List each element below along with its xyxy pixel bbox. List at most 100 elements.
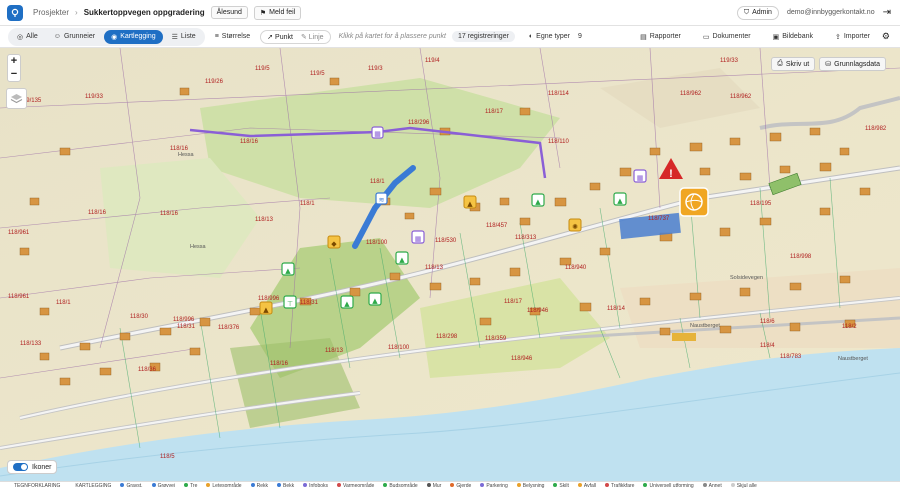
legend-item[interactable]: Tre [184, 483, 197, 489]
legend-item[interactable]: Skjul alle [730, 483, 757, 489]
legend-color-icon [250, 483, 255, 488]
parcel-label: 118/5 [160, 454, 175, 460]
legend-item[interactable]: Annet [702, 483, 722, 489]
legend-item[interactable]: Bekk [276, 482, 295, 489]
legend-item[interactable]: Infoboks [303, 483, 328, 489]
legend-color-icon [337, 483, 342, 488]
legend-color-icon [426, 483, 431, 488]
import-button[interactable]: ⇪ Importer [835, 33, 870, 41]
legend-item[interactable]: Grøvvei [151, 483, 175, 489]
legend-item[interactable]: Belysning [516, 483, 544, 489]
parcel-label: 118/962 [730, 94, 752, 100]
map-svg: 119/135 119/33 119/26 119/5 119/5 119/3 … [0, 48, 900, 481]
parcel-label: 118/1 [370, 179, 385, 185]
print-button[interactable]: ⎙ Skriv ut [771, 57, 816, 71]
toggle-switch[interactable] [13, 463, 28, 471]
parcel-label: 118/457 [486, 223, 508, 229]
parcel-label: 118/737 [648, 216, 670, 222]
legend-item-label: Rekk [256, 482, 268, 489]
parcel-label: 118/110 [548, 139, 569, 145]
list-icon: ☰ [171, 33, 178, 41]
breadcrumb-projects-link[interactable]: Prosjekter [33, 8, 69, 17]
parcel-label: 118/133 [20, 341, 42, 347]
parcel-label: 119/33 [720, 58, 739, 64]
point-mode-button[interactable]: ➚ Punkt [267, 33, 293, 41]
legend-item-label: Universell utforming [649, 482, 694, 489]
logout-icon[interactable]: ⇥ [883, 7, 891, 18]
legend-item[interactable]: Varmeområde [337, 483, 374, 489]
zoom-out-button[interactable]: − [11, 68, 17, 81]
app-logo[interactable] [7, 4, 23, 21]
reports-button[interactable]: ▤ Rapporter [640, 33, 681, 41]
settings-gear-icon[interactable]: ⚙ [882, 31, 890, 42]
place-name: Hessa [190, 244, 207, 250]
legend-color-icon [702, 483, 707, 488]
image-bank-button[interactable]: ▣ Bildebank [773, 33, 813, 41]
layers-button[interactable] [6, 88, 27, 109]
svg-text:▲: ▲ [344, 300, 350, 308]
parcel-label: 118/996 [173, 317, 195, 323]
globe-icon: ◎ [17, 33, 24, 41]
map-canvas[interactable]: 119/135 119/33 119/26 119/5 119/5 119/3 … [0, 48, 900, 481]
size-button[interactable]: ≡ Størrelse [215, 33, 251, 40]
legend-item-label: KARTLEGGING [75, 482, 112, 489]
legend-item-label: Gravst. [126, 482, 143, 489]
own-types-button[interactable]: ◐ Egne typer 9 [529, 33, 582, 40]
selected-marker[interactable] [679, 187, 709, 217]
draw-mode-selector: ➚ Punkt ✎ Linje [260, 29, 331, 44]
legend-item[interactable]: Letesområde [206, 483, 242, 489]
documents-button[interactable]: ▭ Dokumenter [703, 33, 751, 41]
tab-list[interactable]: ☰ Liste [165, 30, 203, 44]
legend-item[interactable]: TEGNFORKLARING [8, 483, 60, 489]
legend-color-icon [450, 483, 455, 488]
parcel-label: 118/100 [388, 345, 410, 351]
legend-color-icon [605, 483, 610, 488]
parcel-label: 118/195 [750, 201, 772, 207]
legend-color-icon [206, 483, 211, 488]
layers-icon [10, 93, 23, 103]
warning-exclamation: ! [669, 168, 673, 180]
legend-item[interactable]: Trafikkfare [605, 483, 634, 489]
road-name: Naustberget [690, 323, 720, 329]
legend-item[interactable]: Rekk [250, 482, 268, 489]
breadcrumb: Prosjekter › [33, 8, 78, 17]
legend-item-label: Bekk [282, 482, 295, 489]
parcel-label: 119/3 [368, 66, 383, 72]
zoom-in-button[interactable]: + [11, 55, 17, 68]
legend-item[interactable]: KARTLEGGING [69, 483, 111, 489]
map-toolbar: ◎ Alle ☺ Grunneier ◉ Kartlegging ☰ Liste ≡ St… [0, 26, 900, 48]
svg-text:⊤: ⊤ [287, 300, 293, 308]
legend-item[interactable]: Avfall [577, 483, 596, 489]
parcel-label: 118/1 [300, 201, 315, 207]
report-error-button[interactable]: ⚑ Meld feil [253, 5, 302, 20]
legend-item[interactable]: Skilt [553, 483, 569, 489]
parcel-label: 118/36 [138, 367, 157, 373]
parcel-label: 118/982 [865, 126, 887, 132]
legend-item[interactable]: Parkering [480, 482, 508, 489]
legend-item[interactable]: Gravst. [120, 482, 143, 489]
parcel-label: 119/5 [310, 71, 325, 77]
legend-color-icon [577, 483, 582, 488]
legend-item-label: Parkering [486, 482, 508, 489]
legend-item[interactable]: Gjerde [450, 483, 471, 489]
base-data-button[interactable]: ⛁ Grunnlagsdata [819, 57, 886, 71]
zoom-control: + − [7, 54, 21, 82]
line-mode-button[interactable]: ✎ Linje [301, 33, 324, 41]
legend-item[interactable]: Universell utforming [643, 482, 694, 489]
tab-landowner[interactable]: ☺ Grunneier [47, 30, 102, 43]
legend-color-icon [8, 483, 12, 488]
parcel-label: 118/359 [485, 336, 507, 342]
tab-all[interactable]: ◎ Alle [10, 30, 45, 44]
icons-toggle[interactable]: Ikoner [7, 460, 58, 474]
shield-icon: ⛉ [743, 8, 750, 16]
tab-mapping[interactable]: ◉ Kartlegging [104, 29, 163, 44]
tab-all-label: Alle [26, 33, 38, 40]
print-label: Skriv ut [785, 60, 810, 68]
legend-color-icon [730, 483, 735, 488]
parcel-label: 118/16 [88, 210, 107, 216]
legend-item-label: Infoboks [309, 482, 329, 489]
legend-item[interactable]: Budsområde [383, 483, 418, 489]
admin-label: Admin [752, 9, 772, 16]
legend-item[interactable]: Mur [426, 483, 441, 489]
admin-badge[interactable]: ⛉ Admin [736, 5, 779, 20]
